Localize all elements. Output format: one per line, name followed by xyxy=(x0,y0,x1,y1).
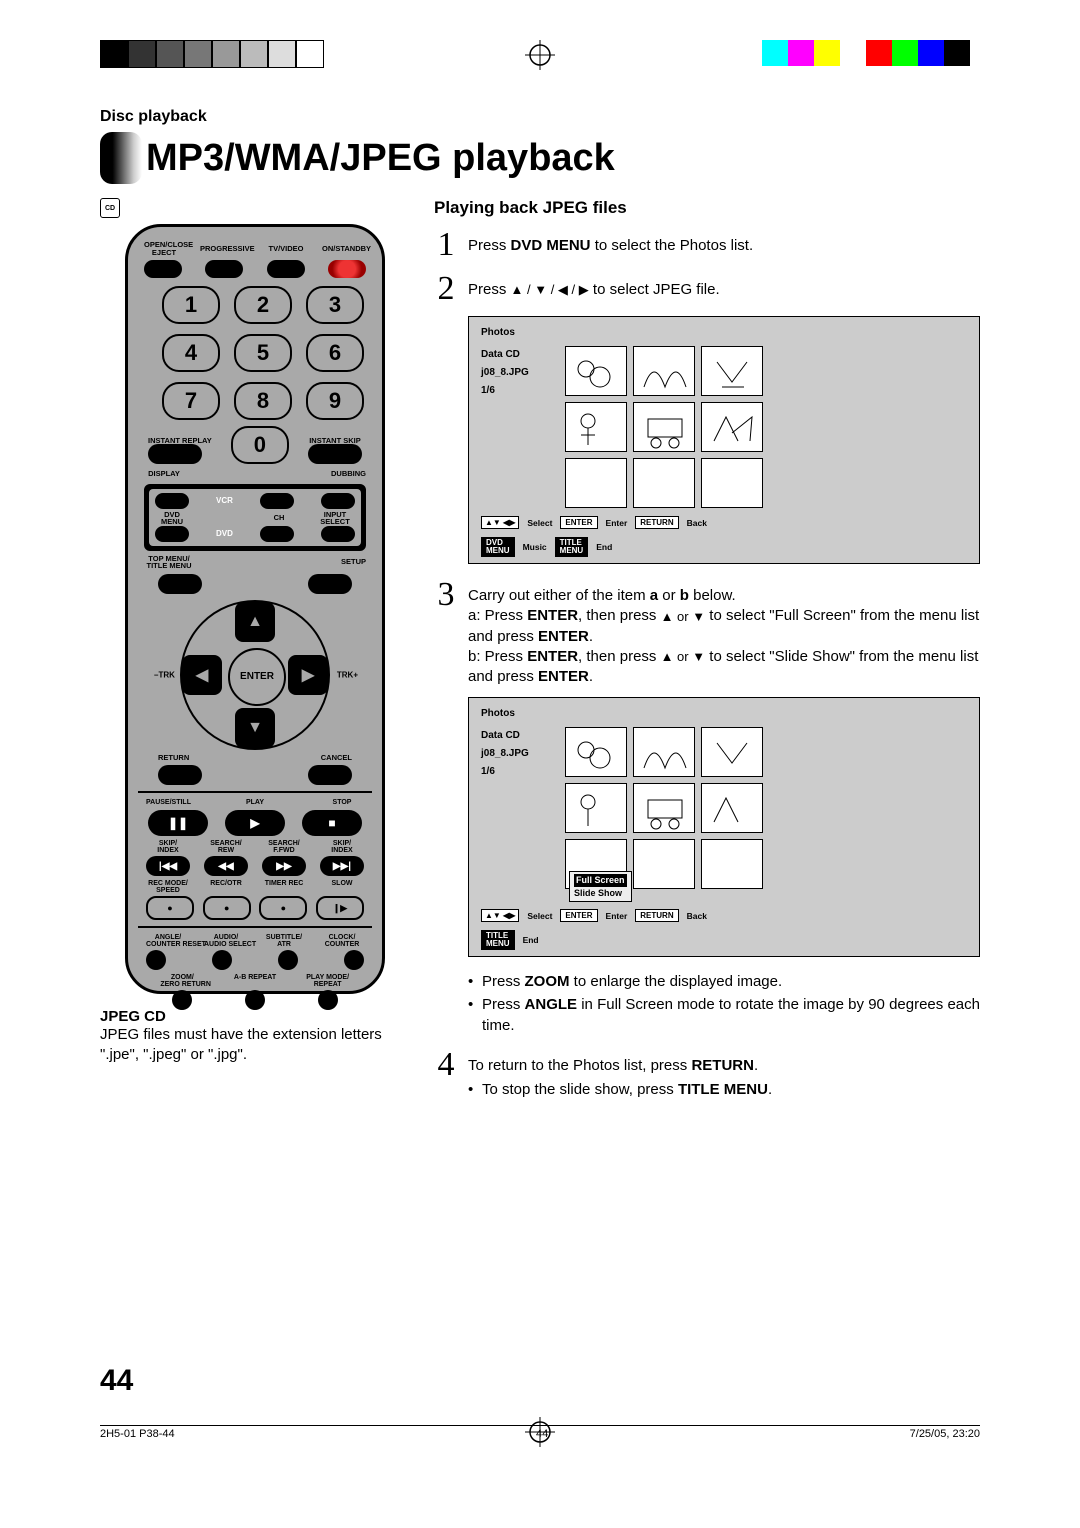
thumb-icon xyxy=(633,727,695,777)
left-column: CD OPEN/CLOSEEJECT PROGRESSIVE TV/VIDEO … xyxy=(100,198,410,1122)
thumb-icon xyxy=(633,783,695,833)
remote-illustration: OPEN/CLOSEEJECT PROGRESSIVE TV/VIDEO ON/… xyxy=(125,224,385,994)
rec-mode-button: ● xyxy=(146,896,194,920)
angle-button xyxy=(146,950,166,970)
thumb-icon xyxy=(701,402,763,452)
manual-page: Disc playback MP3/WMA/JPEG playback CD O… xyxy=(0,0,1080,1528)
dvd-menu-button xyxy=(155,526,189,542)
osd-popup-menu: Full Screen Slide Show xyxy=(569,871,632,902)
osd-photos-1: Photos Data CD j08_8.JPG 1/6 xyxy=(468,316,980,564)
timer-rec-button: ● xyxy=(259,896,307,920)
jpeg-cd-note: JPEG CD JPEG files must have the extensi… xyxy=(100,1008,410,1066)
subheading: Playing back JPEG files xyxy=(434,198,980,218)
title-bar: MP3/WMA/JPEG playback xyxy=(100,132,980,184)
content-area: Disc playback MP3/WMA/JPEG playback CD O… xyxy=(100,108,980,1398)
thumb-icon xyxy=(565,402,627,452)
title-bullet-icon xyxy=(100,132,142,184)
dubbing-button xyxy=(321,493,355,509)
dpad-down: ▼ xyxy=(235,708,275,748)
thumb-empty xyxy=(565,458,627,508)
num-2: 2 xyxy=(234,286,292,324)
ch-down-button xyxy=(260,526,294,542)
num-3: 3 xyxy=(306,286,364,324)
thumb-empty xyxy=(633,839,695,889)
thumb-icon xyxy=(633,402,695,452)
footer-slug: 2H5-01 P38-44 44 7/25/05, 23:20 xyxy=(100,1425,980,1440)
osd-photos-2: Photos Data CD j08_8.JPG 1/6 xyxy=(468,697,980,957)
num-5: 5 xyxy=(234,334,292,372)
registration-color-bar xyxy=(762,40,970,66)
power-button xyxy=(328,260,366,278)
rew-button: ◀◀ xyxy=(204,856,248,876)
eject-button xyxy=(144,260,182,278)
registration-mono-bar xyxy=(100,40,324,66)
dpad-right: ▶ xyxy=(288,655,328,695)
step-2: 2 Press ▲ / ▼ / ◀ / ▶ to select JPEG fil… xyxy=(434,272,980,306)
num-1: 1 xyxy=(162,286,220,324)
list-item: Press ANGLE in Full Screen mode to rotat… xyxy=(468,994,980,1036)
thumb-icon xyxy=(701,783,763,833)
dpad-up: ▲ xyxy=(235,602,275,642)
thumb-empty xyxy=(701,458,763,508)
section-label: Disc playback xyxy=(100,108,980,126)
play-button: ▶ xyxy=(225,810,285,836)
number-pad: 1 2 3 4 5 6 7 8 9 xyxy=(144,282,366,424)
stop-button: ■ xyxy=(302,810,362,836)
vcr-dvd-block: VCR DVD MENU CH INPUT SELECT xyxy=(144,484,366,551)
thumb-icon xyxy=(701,727,763,777)
step-3: 3 Carry out either of the item a or b be… xyxy=(434,578,980,687)
thumb-icon xyxy=(565,783,627,833)
step-4: 4 To return to the Photos list, press RE… xyxy=(434,1048,980,1111)
thumb-icon xyxy=(565,727,627,777)
thumb-empty xyxy=(633,458,695,508)
num-8: 8 xyxy=(234,382,292,420)
audio-button xyxy=(212,950,232,970)
thumb-empty xyxy=(701,839,763,889)
slow-button: ❙▶ xyxy=(316,896,364,920)
instant-skip-button xyxy=(308,444,362,464)
skip-prev-button: |◀◀ xyxy=(146,856,190,876)
num-0: 0 xyxy=(231,426,289,464)
page-title: MP3/WMA/JPEG playback xyxy=(146,137,615,180)
clock-button xyxy=(344,950,364,970)
pause-button: ❚❚ xyxy=(148,810,208,836)
top-menu-button xyxy=(158,574,202,594)
progressive-button xyxy=(205,260,243,278)
page-number: 44 xyxy=(100,1364,133,1398)
step-1: 1 Press DVD MENU to select the Photos li… xyxy=(434,228,980,262)
ffwd-button: ▶▶ xyxy=(262,856,306,876)
num-9: 9 xyxy=(306,382,364,420)
thumb-icon xyxy=(633,346,695,396)
subtitle-button xyxy=(278,950,298,970)
right-column: Playing back JPEG files 1 Press DVD MENU… xyxy=(434,198,980,1122)
skip-next-button: ▶▶| xyxy=(320,856,364,876)
input-select-button xyxy=(321,526,355,542)
step3-bullets: Press ZOOM to enlarge the displayed imag… xyxy=(434,971,980,1036)
num-7: 7 xyxy=(162,382,220,420)
ab-repeat-button xyxy=(245,990,265,1010)
cd-badge-icon: CD xyxy=(100,198,120,218)
play-mode-button xyxy=(318,990,338,1010)
tv-video-button xyxy=(267,260,305,278)
cancel-button xyxy=(308,765,352,785)
ch-up-button xyxy=(260,493,294,509)
thumb-icon xyxy=(701,346,763,396)
registration-target-top xyxy=(525,40,555,75)
dpad-left: ◀ xyxy=(182,655,222,695)
setup-button xyxy=(308,574,352,594)
num-4: 4 xyxy=(162,334,220,372)
zoom-button xyxy=(172,990,192,1010)
return-button xyxy=(158,765,202,785)
rec-otr-button: ● xyxy=(203,896,251,920)
instant-replay-button xyxy=(148,444,202,464)
num-6: 6 xyxy=(306,334,364,372)
thumb-icon xyxy=(565,346,627,396)
enter-button: ENTER xyxy=(228,648,286,706)
list-item: To stop the slide show, press TITLE MENU… xyxy=(468,1079,980,1100)
display-button xyxy=(155,493,189,509)
dpad: –TRK TRK+ ▲ ▼ ◀ ▶ ENTER xyxy=(180,600,330,750)
list-item: Press ZOOM to enlarge the displayed imag… xyxy=(468,971,980,992)
